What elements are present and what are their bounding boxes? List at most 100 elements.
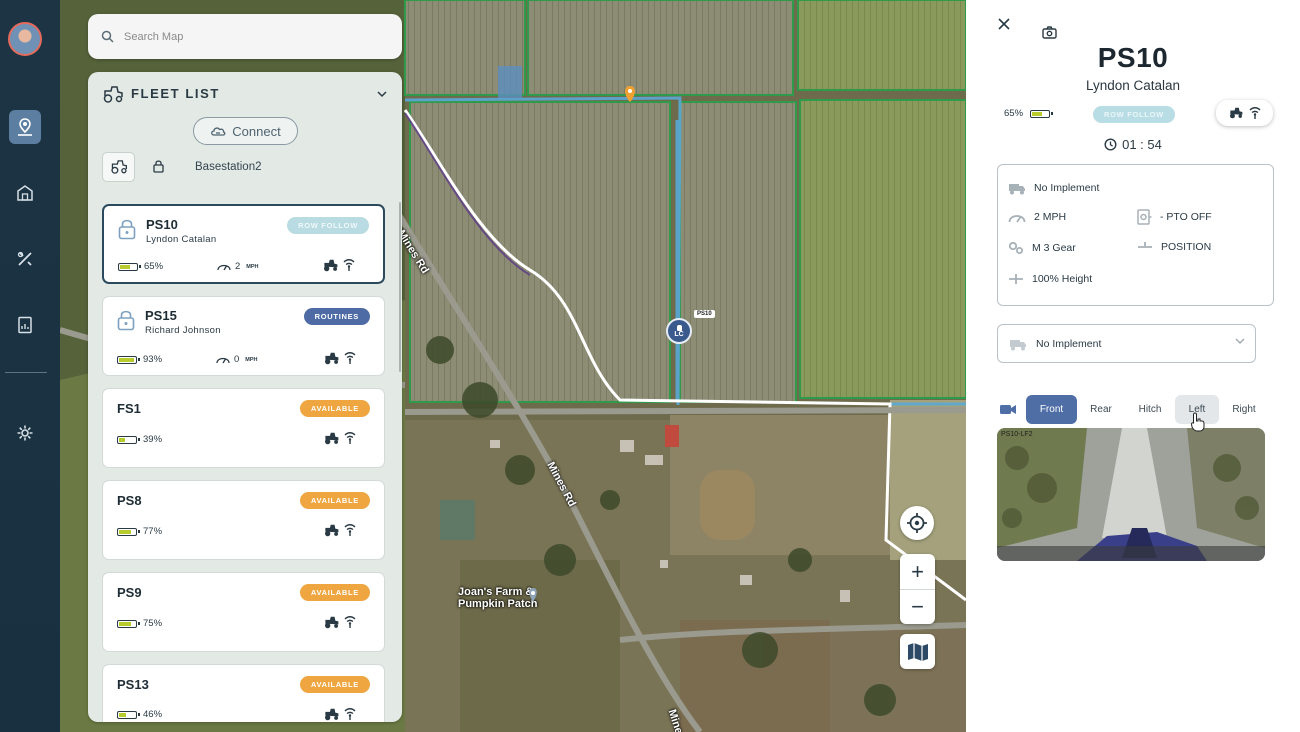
crosshair-icon [907, 513, 927, 533]
video-camera-icon [1000, 404, 1016, 414]
vehicle-card-ps13[interactable]: PS13 AVAILABLE 46% [102, 664, 385, 722]
battery-icon [118, 262, 141, 271]
position-icon [1138, 242, 1152, 248]
signal-icon [344, 432, 356, 444]
fleet-list-scrollbar[interactable] [399, 202, 401, 372]
speed-indicator: 2 MPH [217, 261, 259, 272]
vehicle-name: FS1 [117, 401, 141, 416]
filter-tractor-button[interactable] [102, 152, 135, 182]
vehicle-status-icons [322, 258, 355, 272]
filter-lock-icon[interactable] [153, 159, 164, 173]
vehicle-card-ps9[interactable]: PS9 AVAILABLE 75% [102, 572, 385, 652]
tractor-icon [325, 708, 339, 720]
zoom-in-button[interactable]: + [900, 554, 935, 589]
status-badge: ROW FOLLOW [287, 217, 369, 234]
fleet-list-header[interactable]: FLEET LIST [88, 72, 402, 116]
vehicle-name: PS9 [117, 585, 142, 600]
vehicle-title: PS10 [1097, 42, 1169, 73]
poi-label-line-1: Joan's Farm & [458, 586, 534, 598]
signal-icon [344, 352, 356, 364]
camera-feed-image [997, 428, 1265, 561]
height-status: 100% Height [1008, 273, 1092, 285]
status-badge: AVAILABLE [299, 676, 370, 693]
chevron-down-icon[interactable] [377, 91, 387, 98]
search-input[interactable] [124, 30, 374, 43]
vehicle-card-fs1[interactable]: FS1 AVAILABLE 39% [102, 388, 385, 468]
vehicle-card-ps15[interactable]: PS15 Richard Johnson ROUTINES 93% 0 MPH [102, 296, 385, 376]
tractor-icon [325, 432, 339, 444]
status-badge: AVAILABLE [299, 492, 370, 509]
lock-icon [118, 219, 136, 240]
pto-status: - PTO OFF [1137, 209, 1212, 225]
vehicle-name: PS13 [117, 677, 149, 692]
nav-tools-button[interactable] [9, 242, 41, 276]
tab-front[interactable]: Front [1026, 394, 1077, 424]
nav-settings-button[interactable] [9, 416, 41, 450]
battery-indicator: 77% [117, 526, 162, 537]
nav-barn-button[interactable] [9, 176, 41, 210]
timer-value: 01 : 54 [1122, 137, 1162, 152]
report-icon [18, 316, 32, 334]
battery-icon [117, 619, 140, 628]
vehicle-operator: Lyndon Catalan [1085, 78, 1181, 93]
vehicle-card-ps8[interactable]: PS8 AVAILABLE 77% [102, 480, 385, 560]
vehicle-status-icons [323, 351, 356, 365]
speedometer-icon [216, 357, 230, 364]
gear-value: M 3 Gear [1032, 242, 1076, 254]
vehicle-card-ps10[interactable]: PS10 Lyndon Catalan ROW FOLLOW 65% 2 MPH [102, 204, 385, 284]
pto-icon [1137, 209, 1152, 225]
connect-button[interactable]: Connect [193, 117, 298, 145]
signal-icon [344, 524, 356, 536]
nav-reports-button[interactable] [9, 308, 41, 342]
height-value: 100% Height [1032, 273, 1093, 285]
battery-percent: 65% [1004, 108, 1024, 119]
battery-indicator: 75% [117, 618, 162, 629]
vehicle-name: PS8 [117, 493, 142, 508]
locate-button[interactable] [900, 506, 934, 540]
speed-unit: MPH [245, 356, 258, 363]
tab-hitch[interactable]: Hitch [1125, 395, 1175, 424]
battery-indicator: 46% [117, 709, 162, 720]
poi-label[interactable]: Joan's Farm & Pumpkin Patch [458, 586, 537, 610]
cloud-connect-icon [211, 127, 226, 136]
poi-label-line-2: Pumpkin Patch [458, 598, 538, 610]
tools-icon [17, 251, 32, 266]
camera-icon[interactable] [1042, 26, 1057, 39]
marker-tag: PS10 [694, 310, 715, 318]
gear-icon [17, 425, 33, 441]
search-icon [101, 30, 114, 43]
zoom-out-button[interactable]: − [900, 589, 935, 624]
zoom-control: + − [900, 554, 935, 624]
implement-select-value: No Implement [1036, 337, 1102, 350]
speed-value: 2 MPH [1034, 211, 1067, 223]
marker-initials: LC [674, 330, 684, 338]
gears-icon [1008, 241, 1023, 254]
speed-unit: MPH [246, 263, 259, 270]
tractor-icon [325, 616, 339, 628]
implement-select[interactable]: No Implement [997, 324, 1256, 363]
implement-truck-icon [1010, 339, 1026, 350]
gear-status: M 3 Gear [1008, 241, 1076, 255]
map-pin-nav-icon [18, 118, 32, 136]
position-value: POSITION [1161, 241, 1212, 253]
camera-feed[interactable]: PS10-LF2 [997, 428, 1265, 561]
close-icon[interactable] [998, 18, 1010, 30]
map-layers-button[interactable] [900, 634, 935, 669]
vehicle-marker[interactable]: LC [666, 318, 692, 344]
signal-icon [344, 616, 356, 628]
tab-rear[interactable]: Rear [1077, 395, 1125, 424]
vehicle-name: PS10 [146, 217, 178, 232]
camera-tabs: Front Rear Hitch Left Right [999, 394, 1269, 424]
status-badge: AVAILABLE [299, 400, 370, 417]
fleet-list-title: FLEET LIST [131, 86, 220, 101]
battery-percent: 65% [144, 261, 164, 272]
avatar[interactable] [8, 22, 42, 56]
nav-map-button[interactable] [9, 110, 41, 144]
mode-badge: ROW FOLLOW [1093, 106, 1175, 123]
battery-indicator: 65% [1004, 108, 1054, 119]
signal-icon [344, 708, 356, 720]
tab-right[interactable]: Right [1219, 395, 1269, 424]
barn-icon [17, 185, 33, 201]
pto-value: - PTO OFF [1160, 211, 1212, 223]
battery-indicator: 93% [117, 354, 162, 365]
